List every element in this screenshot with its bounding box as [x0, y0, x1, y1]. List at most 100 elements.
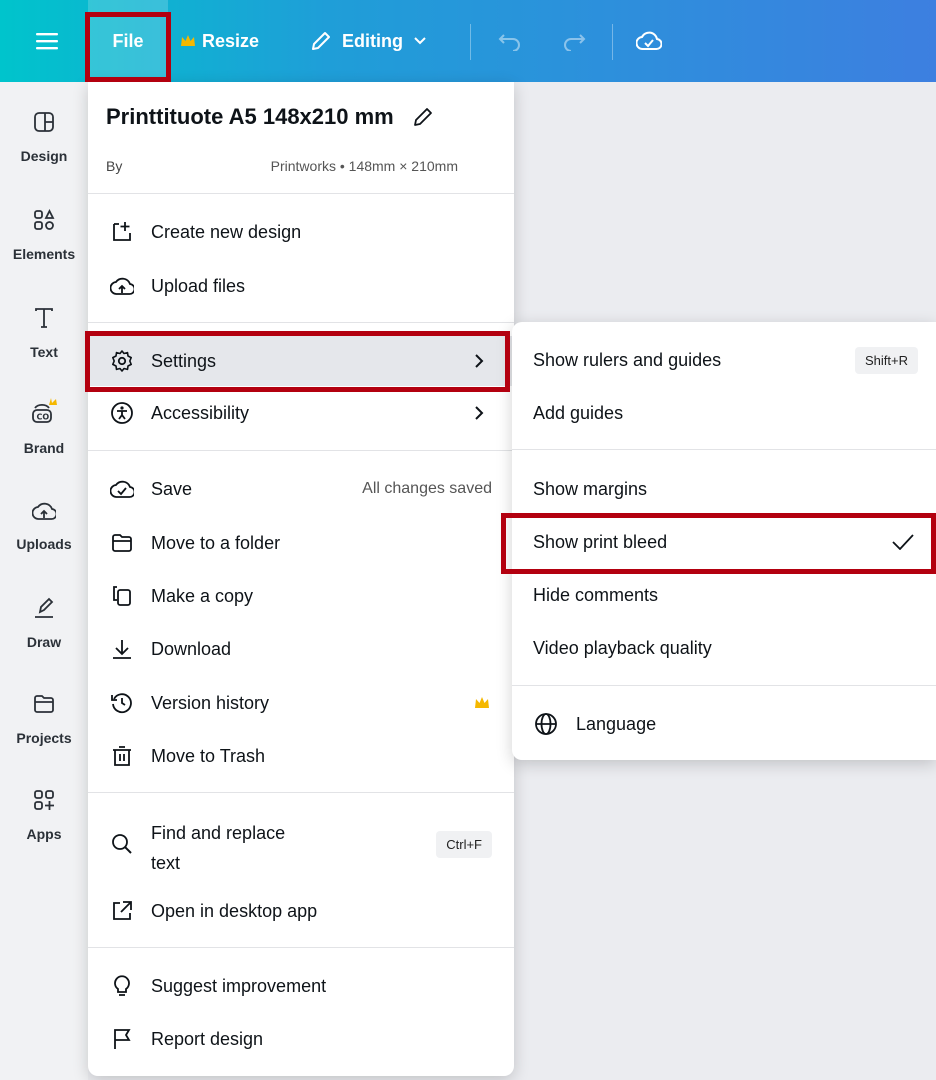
- file-label: File: [112, 30, 144, 51]
- menu-item-move-to-folder[interactable]: Move to a folder: [88, 518, 514, 568]
- upload-cloud-icon: [110, 274, 134, 298]
- brand-icon: CO: [32, 398, 57, 423]
- menu-item-make-copy[interactable]: Make a copy: [88, 571, 514, 621]
- submenu-item-label: Add guides: [533, 402, 624, 423]
- menu-item-label: Report design: [151, 1028, 264, 1049]
- menu-item-accessibility[interactable]: Accessibility: [88, 388, 514, 438]
- submenu-item-show-margins[interactable]: Show margins: [512, 464, 936, 514]
- menu-divider: [88, 947, 514, 948]
- menu-item-label: Make a copy: [151, 585, 254, 606]
- menu-item-open-desktop-app[interactable]: Open in desktop app: [88, 886, 514, 936]
- apps-icon: [34, 790, 54, 810]
- menu-item-label: Move to Trash: [151, 745, 266, 766]
- globe-icon: [535, 713, 557, 735]
- history-icon: [110, 691, 134, 715]
- menu-item-label: Find and replace: [151, 823, 286, 843]
- sidebar-item-design[interactable]: Design: [0, 110, 88, 164]
- menu-item-settings[interactable]: Settings: [88, 336, 514, 386]
- menu-item-label: Settings: [151, 350, 217, 371]
- shortcut-badge: Ctrl+F: [436, 830, 492, 858]
- menu-item-label-group: Find and replace text: [151, 818, 285, 878]
- sidebar-label: Elements: [12, 246, 76, 262]
- design-title-text: Printtituote A5 148x210 mm: [106, 104, 394, 129]
- menu-item-label: Upload files: [151, 275, 246, 296]
- menu-item-label: Accessibility: [151, 402, 250, 423]
- menu-item-label: Move to a folder: [151, 532, 281, 553]
- menu-item-label: Version history: [151, 692, 270, 713]
- chevron-right-icon: [475, 406, 484, 420]
- editing-mode-dropdown[interactable]: Editing: [310, 0, 427, 82]
- menu-divider: [88, 450, 514, 451]
- sidebar-item-brand[interactable]: CO Brand: [0, 396, 88, 456]
- menu-divider: [88, 792, 514, 793]
- submenu-item-show-rulers[interactable]: Show rulers and guides Shift+R: [512, 335, 936, 385]
- menu-item-label: Suggest improvement: [151, 975, 327, 996]
- sidebar-item-draw[interactable]: Draw: [0, 596, 88, 650]
- folder-icon: [34, 695, 54, 713]
- chevron-right-icon: [475, 354, 484, 368]
- sidebar-label: Design: [20, 148, 68, 164]
- shapes-icon: [34, 208, 55, 230]
- search-icon: [110, 832, 134, 856]
- submenu-item-label: Language: [576, 713, 657, 734]
- menu-item-create-new-design[interactable]: Create new design: [88, 207, 514, 257]
- resize-label: Resize: [202, 30, 260, 51]
- text-icon: [35, 308, 53, 328]
- submenu-item-label: Hide comments: [533, 584, 659, 605]
- design-title[interactable]: Printtituote A5 148x210 mm: [106, 104, 434, 130]
- sidebar-item-uploads[interactable]: Uploads: [0, 500, 88, 552]
- main-menu-button[interactable]: [30, 0, 64, 82]
- external-link-icon: [110, 899, 134, 923]
- toolbar-divider: [470, 24, 471, 60]
- pencil-icon[interactable]: [412, 106, 434, 128]
- file-menu-button[interactable]: File: [88, 0, 168, 82]
- submenu-item-label: Show print bleed: [533, 531, 668, 552]
- redo-button[interactable]: [560, 0, 588, 82]
- undo-icon: [498, 34, 520, 51]
- menu-item-download[interactable]: Download: [88, 624, 514, 674]
- sidebar-label: Apps: [26, 826, 62, 842]
- menu-item-upload-files[interactable]: Upload files: [88, 261, 514, 311]
- settings-submenu: Show rulers and guides Shift+R Add guide…: [512, 322, 936, 760]
- menu-divider: [88, 322, 514, 323]
- sidebar-item-apps[interactable]: Apps: [0, 788, 88, 842]
- menu-item-move-to-trash[interactable]: Move to Trash: [88, 731, 514, 781]
- menu-item-version-history[interactable]: Version history: [88, 678, 514, 728]
- resize-button[interactable]: Resize: [180, 0, 259, 82]
- accessibility-icon: [110, 401, 134, 425]
- submenu-item-label: Show rulers and guides: [533, 349, 722, 370]
- menu-divider: [88, 193, 514, 194]
- submenu-item-hide-comments[interactable]: Hide comments: [512, 570, 936, 620]
- file-menu-panel: Printtituote A5 148x210 mm By Printworks…: [88, 82, 514, 1076]
- cloud-check-icon: [110, 477, 134, 501]
- menu-item-save[interactable]: Save All changes saved: [88, 464, 514, 514]
- lightbulb-icon: [110, 974, 134, 998]
- menu-item-label: Save: [151, 478, 193, 499]
- sidebar-item-projects[interactable]: Projects: [0, 692, 88, 746]
- hamburger-icon: [36, 33, 58, 50]
- design-author-info: Printworks • 148mm × 210mm: [270, 158, 458, 174]
- submenu-item-video-playback-quality[interactable]: Video playback quality: [512, 623, 936, 673]
- sidebar-label: Draw: [26, 634, 62, 650]
- add-design-icon: [110, 220, 134, 244]
- menu-item-report-design[interactable]: Report design: [88, 1014, 514, 1064]
- flag-icon: [110, 1027, 134, 1051]
- menu-item-suggest-improvement[interactable]: Suggest improvement: [88, 961, 514, 1011]
- save-status-button[interactable]: [634, 0, 664, 82]
- submenu-item-show-print-bleed[interactable]: Show print bleed: [512, 517, 936, 567]
- trash-icon: [110, 744, 134, 768]
- cloud-check-icon: [636, 31, 662, 50]
- crown-icon: [181, 35, 195, 46]
- draw-icon: [35, 597, 54, 618]
- left-sidebar: Design Elements Text CO Brand Uploads Dr…: [0, 82, 88, 1080]
- menu-item-label: Open in desktop app: [151, 900, 318, 921]
- pencil-icon: [312, 32, 330, 50]
- submenu-item-add-guides[interactable]: Add guides: [512, 388, 936, 438]
- submenu-item-language[interactable]: Language: [512, 699, 936, 749]
- undo-button[interactable]: [496, 0, 524, 82]
- menu-item-find-replace[interactable]: Find and replace text Ctrl+F: [88, 812, 514, 876]
- design-by-label: By: [106, 158, 123, 174]
- sidebar-item-elements[interactable]: Elements: [0, 208, 88, 262]
- editing-label: Editing: [342, 30, 403, 51]
- sidebar-item-text[interactable]: Text: [0, 306, 88, 360]
